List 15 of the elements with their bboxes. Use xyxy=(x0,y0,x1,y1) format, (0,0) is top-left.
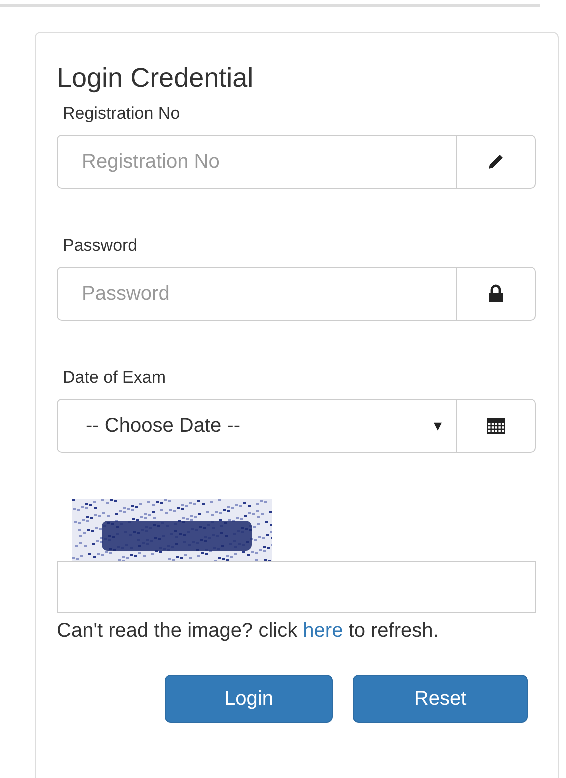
field-label: Password xyxy=(63,235,139,257)
input-field[interactable]: Password xyxy=(57,267,536,321)
reset-button[interactable]: Reset xyxy=(353,675,528,723)
input-field[interactable]: Registration No xyxy=(57,135,536,189)
lock-icon xyxy=(486,284,506,304)
refresh-link[interactable]: here xyxy=(303,620,344,642)
field-label: Registration No xyxy=(63,103,182,125)
pencil-icon xyxy=(486,152,506,172)
date-dropdown[interactable]: -- Choose Date -- ▾ xyxy=(57,399,536,453)
calendar-icon xyxy=(486,417,506,435)
field-label: Date of Exam xyxy=(63,367,167,389)
captcha-help-text: Can't read the image? click here to refresh. xyxy=(57,619,440,644)
panel-title: Login Credential xyxy=(57,62,255,95)
captcha-input-field[interactable] xyxy=(57,561,536,613)
login-button[interactable]: Login xyxy=(165,675,333,723)
